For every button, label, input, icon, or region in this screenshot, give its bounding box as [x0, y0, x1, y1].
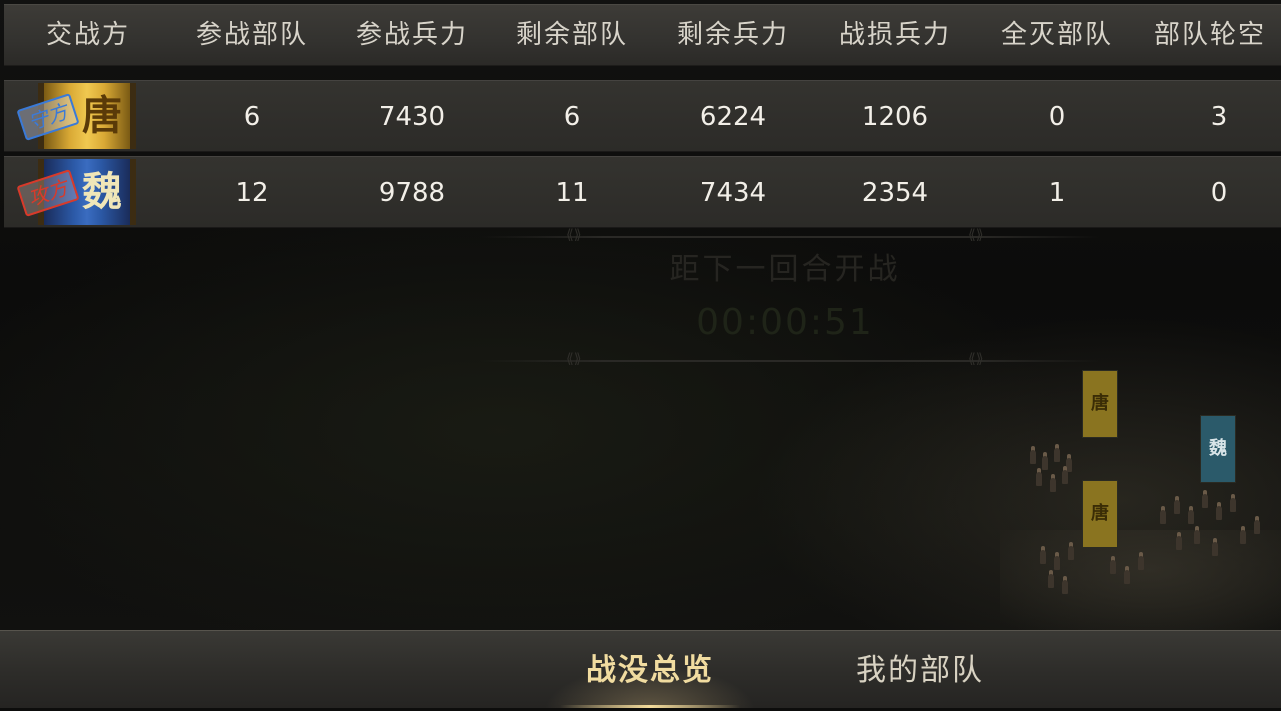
table-header: 交战方 参战部队 参战兵力 剩余部队 剩余兵力 战损兵力 全灭部队 部队轮空: [4, 4, 1281, 66]
col-header-bye-units: 部队轮空: [1154, 20, 1267, 50]
cell-remaining-troops: 6224: [699, 102, 767, 132]
faction-name: 魏: [82, 169, 122, 215]
cell-remaining-units: 6: [563, 102, 581, 132]
col-header-losses: 战损兵力: [838, 20, 951, 50]
cell-units: 6: [243, 102, 261, 132]
cell-troops: 9788: [378, 178, 446, 208]
countdown-timer: 00:00:51: [696, 302, 874, 343]
army-flag: 唐: [1082, 480, 1118, 548]
ornament-icon: ⟪⟫: [566, 227, 582, 243]
army-flag: 唐: [1082, 370, 1118, 438]
cell-remaining-troops: 7434: [699, 178, 767, 208]
col-header-side: 交战方: [45, 20, 130, 50]
col-header-remaining-units: 剩余部队: [515, 20, 628, 50]
cell-bye-units: 3: [1210, 102, 1228, 132]
army-flag: 魏: [1200, 415, 1236, 483]
tab-my-troops[interactable]: 我的部队: [800, 631, 1040, 708]
cell-units: 12: [235, 178, 269, 208]
faction-name: 唐: [82, 93, 122, 139]
tab-battle-overview[interactable]: 战没总览: [520, 631, 780, 708]
col-header-troops: 参战兵力: [355, 20, 468, 50]
table-row[interactable]: 魏 攻方 12 9788 11 7434 2354 1 0: [4, 156, 1281, 228]
countdown-label: 距下一回合开战: [669, 252, 901, 287]
col-header-remaining-troops: 剩余兵力: [676, 20, 789, 50]
cell-bye-units: 0: [1210, 178, 1228, 208]
army-illustration: 唐 唐 魏: [1000, 360, 1281, 640]
ornament-icon: ⟪⟫: [968, 351, 984, 367]
col-header-units: 参战部队: [195, 20, 308, 50]
ground-shadow: [1000, 530, 1281, 640]
cell-troops: 7430: [378, 102, 446, 132]
bottom-tab-bar: 战没总览 我的部队: [0, 630, 1281, 708]
cell-remaining-units: 11: [555, 178, 589, 208]
cell-destroyed-units: 0: [1048, 102, 1066, 132]
col-header-destroyed-units: 全灭部队: [1000, 20, 1113, 50]
faction-banner: 唐 守方: [16, 83, 142, 149]
table-row[interactable]: 唐 守方 6 7430 6 6224 1206 0 3: [4, 80, 1281, 152]
cell-losses: 1206: [861, 102, 929, 132]
cell-destroyed-units: 1: [1048, 178, 1066, 208]
ornament-icon: ⟪⟫: [968, 227, 984, 243]
ornament-icon: ⟪⟫: [566, 351, 582, 367]
faction-banner: 魏 攻方: [16, 159, 142, 225]
cell-losses: 2354: [861, 178, 929, 208]
